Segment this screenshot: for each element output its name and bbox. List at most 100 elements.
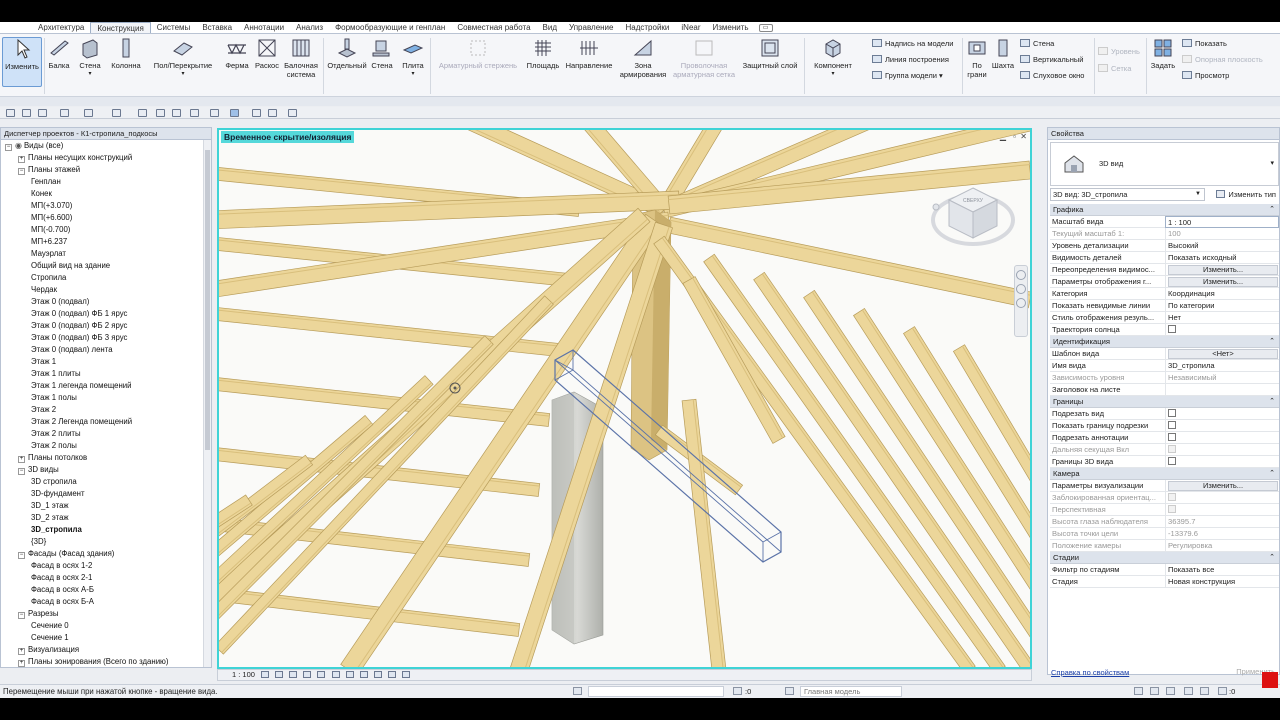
measure-icon[interactable]: [138, 109, 147, 117]
model-line-button[interactable]: Линия построения: [872, 55, 949, 65]
tree-item[interactable]: + Планы потолков: [18, 452, 87, 464]
ref-plane-button[interactable]: Опорная плоскость: [1182, 55, 1263, 65]
collapse-icon[interactable]: −: [18, 468, 25, 475]
select-by-face-icon[interactable]: [1184, 687, 1193, 695]
zoom-icon[interactable]: [1016, 284, 1026, 294]
tree-item[interactable]: Общий вид на здание: [31, 260, 110, 272]
tree-item[interactable]: Фасад в осях 1-2: [31, 560, 92, 572]
properties-help-link[interactable]: Справка по свойствам: [1051, 668, 1129, 677]
path-rebar-button[interactable]: Направление: [563, 37, 615, 70]
3d-view-icon[interactable]: [190, 109, 199, 117]
dormer-button[interactable]: Слуховое окно: [1020, 71, 1084, 81]
truss-button[interactable]: Ферма: [223, 37, 251, 70]
tab-2[interactable]: Системы: [151, 22, 197, 33]
dimension-icon[interactable]: [156, 109, 165, 117]
property-value[interactable]: Показать исходный: [1165, 252, 1279, 264]
expand-icon[interactable]: +: [18, 660, 25, 667]
render-icon[interactable]: [317, 671, 326, 678]
tab-5[interactable]: Анализ: [290, 22, 329, 33]
project-browser-scrollbar[interactable]: [203, 140, 211, 667]
property-group-header[interactable]: Графика ⌃: [1050, 204, 1279, 216]
tree-item[interactable]: Этаж 1 полы: [31, 392, 77, 404]
select-links-icon[interactable]: [1134, 687, 1143, 695]
grid-button[interactable]: Сетка: [1098, 64, 1131, 74]
visual-style-icon[interactable]: [275, 671, 284, 678]
ribbon-minimize-icon[interactable]: ▭: [758, 24, 773, 32]
tree-item[interactable]: Этаж 1: [31, 356, 56, 368]
isolated-foundation-button[interactable]: Отдельный: [326, 37, 368, 70]
tree-item[interactable]: Этаж 0 (подвал): [31, 296, 89, 308]
property-value[interactable]: [1165, 324, 1279, 336]
collapse-icon[interactable]: −: [5, 144, 12, 151]
property-group-header[interactable]: Стадии ⌃: [1050, 552, 1279, 564]
customize-icon[interactable]: [288, 109, 297, 117]
tab-6[interactable]: Формообразующие и генплан: [329, 22, 451, 33]
property-value[interactable]: 3D_стропила: [1165, 360, 1279, 372]
collapse-icon[interactable]: ⌃: [1269, 204, 1275, 216]
active-workset-field[interactable]: [588, 686, 724, 697]
tab-10[interactable]: Надстройки: [619, 22, 675, 33]
temporary-hide-icon[interactable]: [373, 671, 382, 678]
tree-item[interactable]: Этаж 0 (подвал) лента: [31, 344, 113, 356]
reveal-hidden-icon[interactable]: [387, 671, 396, 678]
tree-item[interactable]: Этаж 2 Легенда помещений: [31, 416, 132, 428]
worksets-icon[interactable]: [573, 687, 582, 695]
model-group-button[interactable]: Группа модели ▾: [872, 71, 943, 81]
tab-12[interactable]: Изменить: [707, 22, 755, 33]
print-icon[interactable]: [112, 109, 121, 117]
beam-system-button[interactable]: Балочная система: [282, 37, 320, 79]
property-checkbox[interactable]: [1168, 421, 1176, 429]
wall-button[interactable]: Стена ▾: [77, 37, 103, 79]
property-value[interactable]: [1165, 384, 1279, 396]
tree-item[interactable]: Мауэрлат: [31, 248, 66, 260]
tree-item[interactable]: Этаж 2 полы: [31, 440, 77, 452]
property-value[interactable]: Новая конструкция: [1165, 576, 1279, 588]
tree-item[interactable]: Этаж 1 легенда помещений: [31, 380, 132, 392]
property-value[interactable]: <Нет>: [1165, 348, 1279, 360]
brace-button[interactable]: Раскос: [253, 37, 281, 70]
scroll-thumb[interactable]: [205, 150, 210, 450]
property-value[interactable]: Координация: [1165, 288, 1279, 300]
section-icon[interactable]: [210, 109, 219, 117]
tree-item[interactable]: 3D_1 этаж: [31, 500, 69, 512]
collapse-icon[interactable]: −: [18, 552, 25, 559]
level-button[interactable]: Уровень: [1098, 47, 1140, 57]
editing-requests-icon[interactable]: [733, 687, 742, 695]
collapse-icon[interactable]: −: [18, 612, 25, 619]
tree-item[interactable]: 3D стропила: [31, 476, 77, 488]
property-group-header[interactable]: Идентификация ⌃: [1050, 336, 1279, 348]
filter-icon[interactable]: [1218, 687, 1227, 695]
tab-3[interactable]: Вставка: [196, 22, 238, 33]
steering-wheel-icon[interactable]: [1016, 270, 1026, 280]
viewcube[interactable]: СВЕРХУ: [931, 180, 1015, 250]
dropdown-arrow-icon[interactable]: ▾: [1270, 159, 1274, 167]
design-options-icon[interactable]: [785, 687, 794, 695]
property-checkbox[interactable]: [1168, 433, 1176, 441]
switch-windows-icon[interactable]: [268, 109, 277, 117]
3d-viewport[interactable]: Временное скрытие/изоляция ▁ ▫ ✕ СВЕРХУ: [217, 128, 1032, 669]
property-value[interactable]: Нет: [1165, 312, 1279, 324]
area-rebar-button[interactable]: Площадь: [525, 37, 561, 70]
instance-selector[interactable]: 3D вид: 3D_стропила ▼: [1050, 188, 1205, 201]
tree-item[interactable]: Генплан: [31, 176, 61, 188]
edit-type-button[interactable]: Изменить тип: [1208, 188, 1279, 201]
collapse-icon[interactable]: ⌃: [1269, 552, 1275, 564]
tab-7[interactable]: Совместная работа: [451, 22, 536, 33]
cover-button[interactable]: Защитный слой: [738, 37, 802, 70]
tree-item[interactable]: Фасад в осях 2-1: [31, 572, 92, 584]
tree-item[interactable]: + Планы зонирования (Всего по зданию): [18, 656, 169, 667]
tab-1[interactable]: Конструкция: [90, 22, 151, 33]
type-selector[interactable]: 3D вид ▾: [1050, 142, 1279, 186]
close-hidden-icon[interactable]: [252, 109, 261, 117]
edit-property-button[interactable]: Изменить...: [1168, 277, 1278, 287]
property-value[interactable]: Высокий: [1165, 240, 1279, 252]
tree-item[interactable]: −3D виды: [18, 464, 59, 476]
tree-item[interactable]: + Планы несущих конструкций: [18, 152, 132, 164]
property-value[interactable]: Изменить...: [1165, 264, 1279, 276]
property-value[interactable]: Показать все: [1165, 564, 1279, 576]
home-icon[interactable]: [932, 203, 940, 211]
minimize-icon[interactable]: ▁: [1000, 132, 1006, 141]
rebar-button[interactable]: Арматурный стержень: [432, 37, 524, 70]
set-workplane-button[interactable]: Задать: [1148, 37, 1178, 70]
tree-item[interactable]: Сечение 0: [31, 620, 69, 632]
